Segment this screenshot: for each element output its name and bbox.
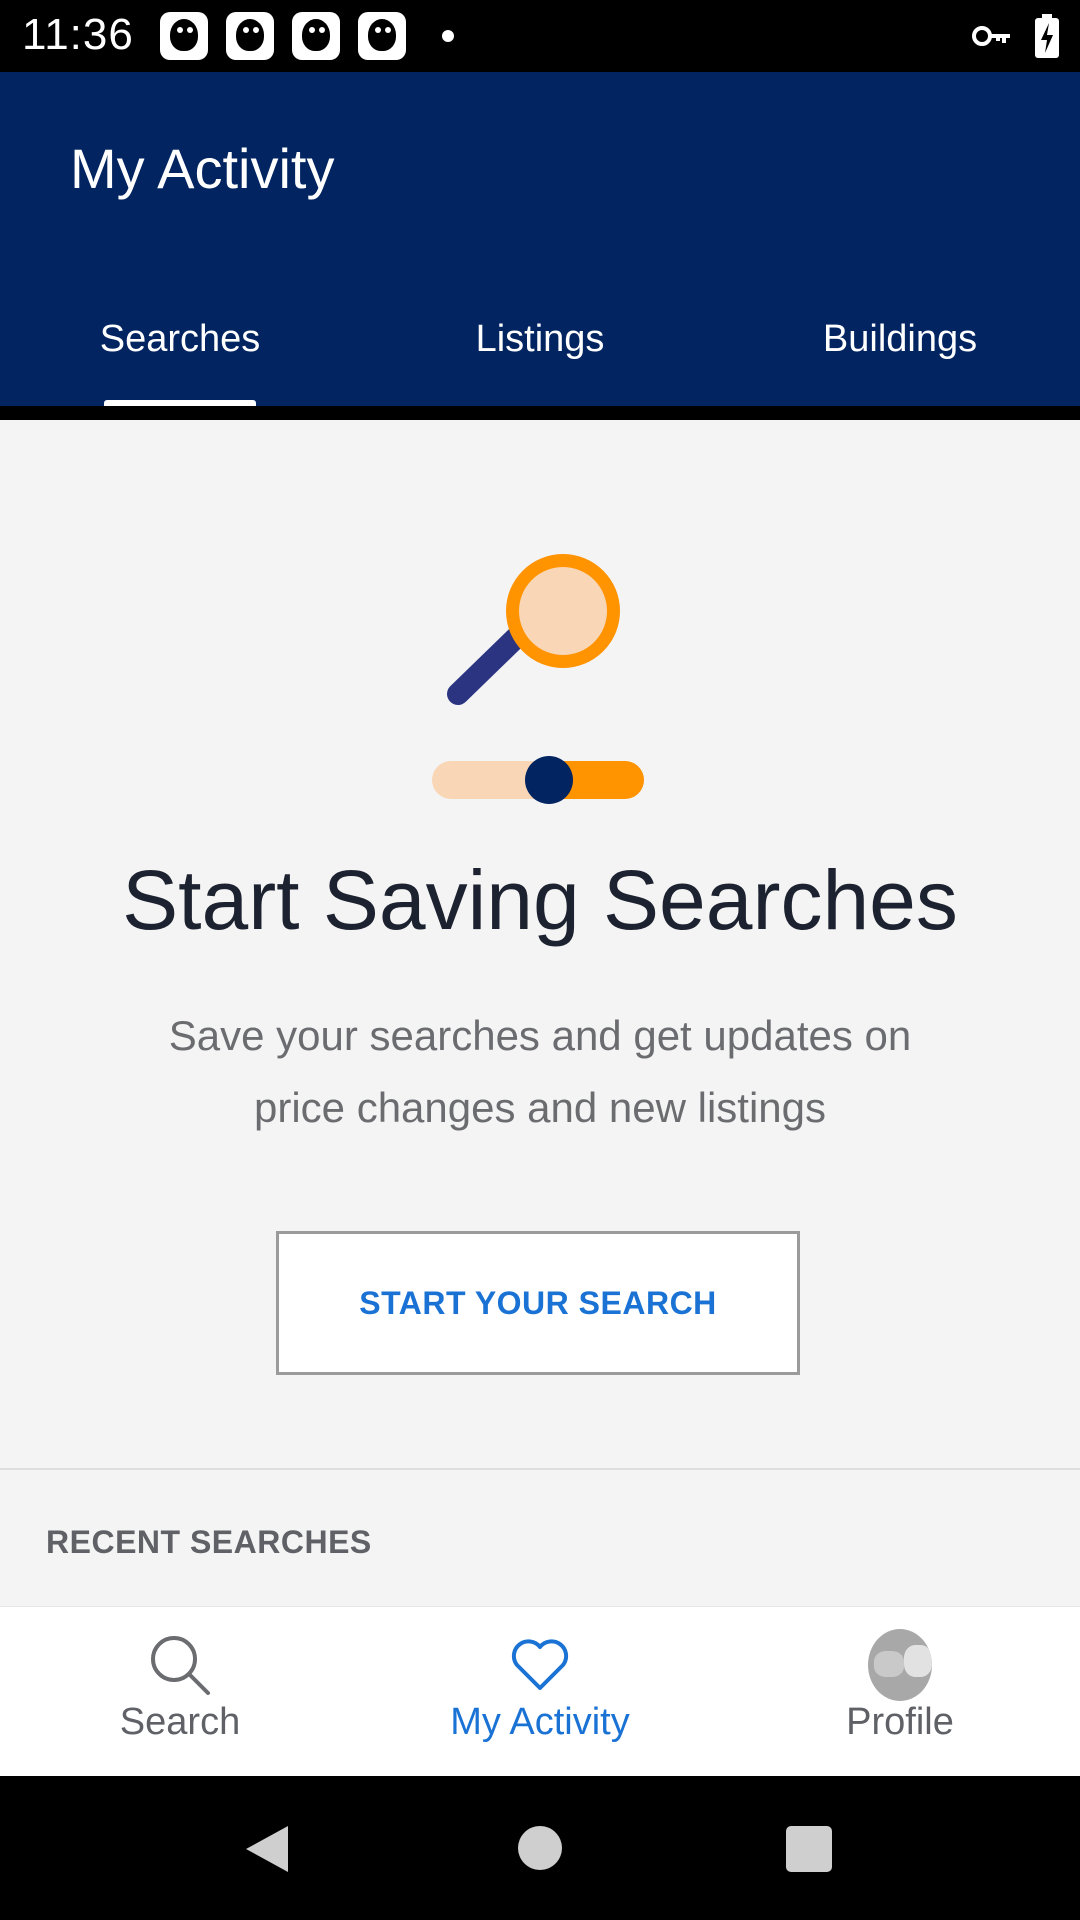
tab-bar: Searches Listings Buildings	[0, 298, 1080, 406]
app-notification-icon	[358, 12, 406, 60]
start-your-search-button[interactable]: START YOUR SEARCH	[276, 1231, 800, 1375]
tab-listings[interactable]: Listings	[360, 298, 720, 406]
empty-state-headline: Start Saving Searches	[122, 853, 958, 947]
notification-dot-icon	[442, 30, 454, 42]
app-notification-icon	[226, 12, 274, 60]
page-title: My Activity	[70, 137, 335, 200]
search-slider-illustration	[432, 554, 644, 804]
tab-divider	[0, 406, 1080, 420]
status-right	[972, 14, 1060, 58]
nav-profile-label: Profile	[846, 1701, 954, 1743]
recent-searches-heading: RECENT SEARCHES	[46, 1524, 372, 1560]
tab-searches[interactable]: Searches	[0, 298, 360, 406]
search-icon	[148, 1633, 212, 1697]
battery-charging-icon	[1035, 14, 1059, 58]
status-bar: 11:36	[0, 0, 1080, 72]
bottom-navigation: Search My Activity Profile	[0, 1606, 1080, 1776]
searches-empty-state: Start Saving Searches Save your searches…	[0, 420, 1080, 1606]
home-icon[interactable]	[518, 1826, 562, 1870]
status-time: 11:36	[22, 10, 134, 59]
recent-apps-icon[interactable]	[786, 1826, 832, 1872]
tab-buildings[interactable]: Buildings	[720, 298, 1080, 406]
back-icon[interactable]	[244, 1824, 290, 1874]
notification-icons	[160, 12, 406, 60]
app-bar: My Activity Searches Listings Buildings	[0, 72, 1080, 406]
nav-my-activity[interactable]: My Activity	[360, 1607, 720, 1776]
avatar	[868, 1629, 932, 1701]
empty-state-subtext: Save your searches and get updates on pr…	[168, 1012, 912, 1131]
app-notification-icon	[160, 12, 208, 60]
section-divider	[0, 1468, 1080, 1470]
heart-icon	[508, 1633, 572, 1697]
nav-my-activity-label: My Activity	[450, 1701, 630, 1743]
app-notification-icon	[292, 12, 340, 60]
nav-search[interactable]: Search	[0, 1607, 360, 1776]
vpn-key-icon	[972, 26, 1010, 46]
nav-profile[interactable]: Profile	[720, 1607, 1080, 1776]
nav-search-label: Search	[119, 1701, 241, 1743]
system-navigation-bar	[0, 1776, 1080, 1920]
